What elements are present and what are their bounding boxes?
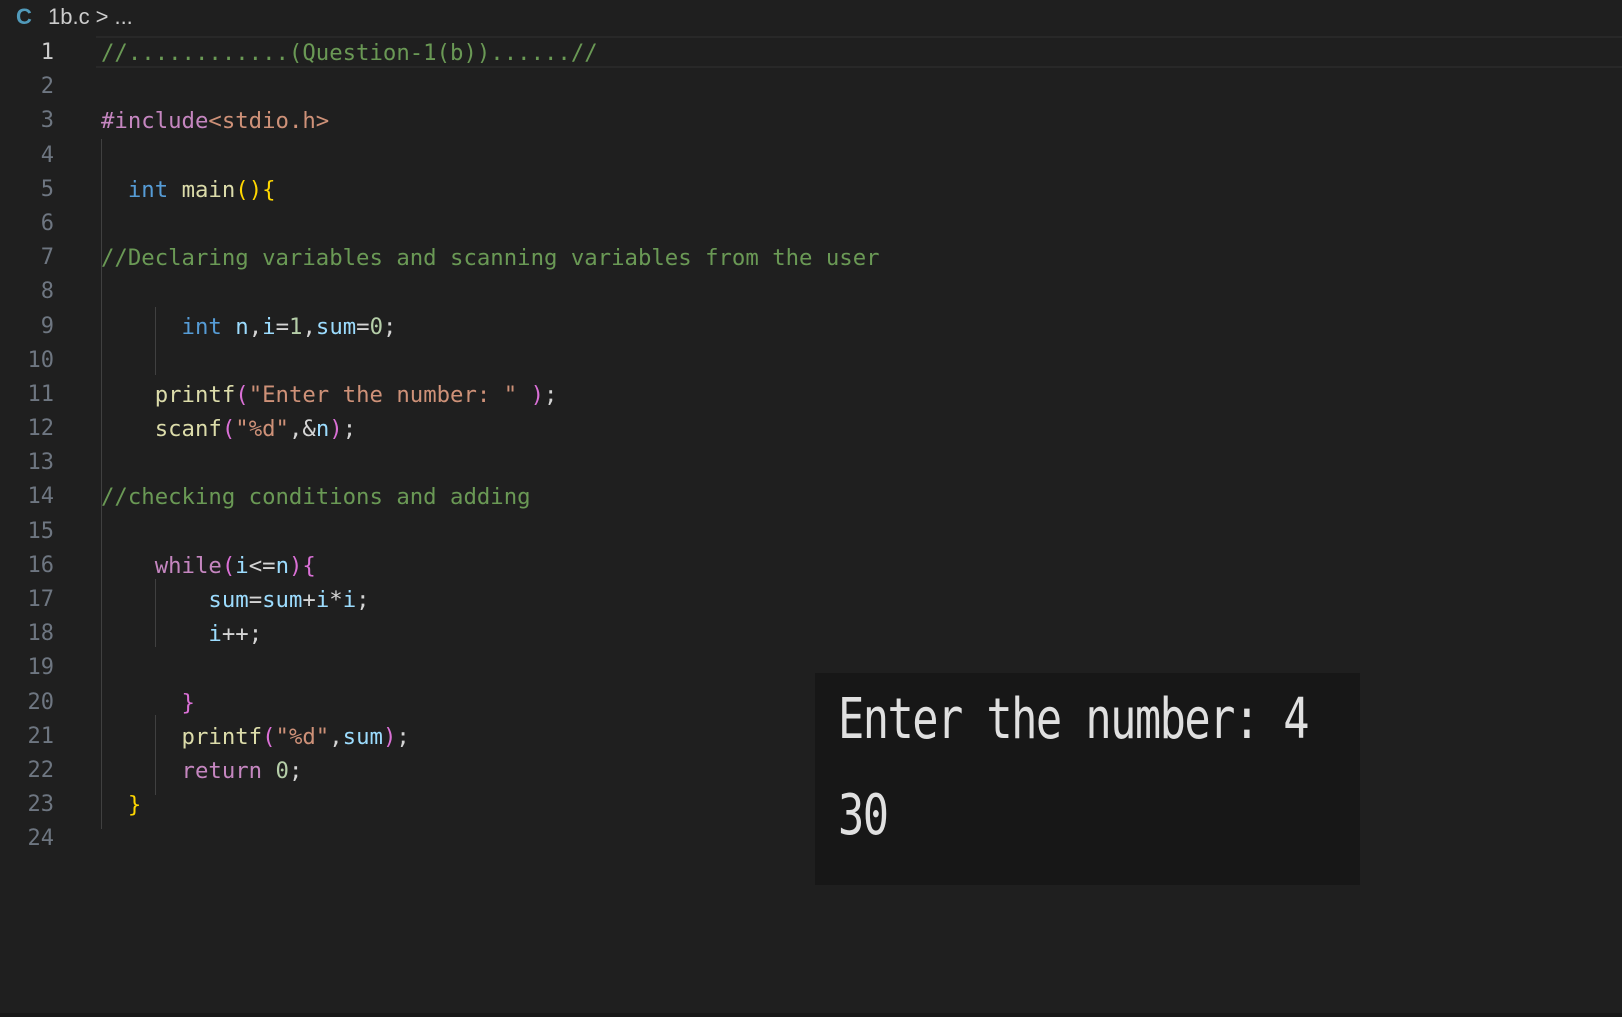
code-line: printf("Enter the number: " ); xyxy=(154,381,558,408)
number-token: 1 xyxy=(289,313,303,340)
line-number: 1 xyxy=(40,40,54,65)
variable-token: i xyxy=(342,587,357,613)
string-token: "Enter the number: " xyxy=(248,381,518,408)
code-line: } xyxy=(181,689,195,716)
line-number: 20 xyxy=(27,689,55,715)
code-line: //Declaring variables and scanning varia… xyxy=(101,241,880,275)
breadcrumb-file[interactable]: 1b.c xyxy=(48,4,90,30)
code-line: int main(){ xyxy=(127,176,276,203)
code-line: printf("%d",sum); xyxy=(181,723,410,750)
variable-token: i xyxy=(235,552,249,579)
variable-token: sum xyxy=(262,587,303,613)
line-number: 17 xyxy=(27,587,55,612)
line-number: 13 xyxy=(27,450,55,476)
line-number: 18 xyxy=(27,621,55,647)
string-token: "%d" xyxy=(235,416,289,443)
line-number: 19 xyxy=(27,655,55,681)
variable-token: i xyxy=(208,621,222,648)
code-editor[interactable]: 1 2 3 4 5 6 7 8 9 10 11 12 13 14 15 16 1… xyxy=(0,36,1622,1016)
variable-token: i xyxy=(315,587,330,613)
code-line: //checking conditions and adding xyxy=(101,480,880,514)
variable-token: sum xyxy=(208,587,249,613)
comment-token: //Declaring variables and scanning varia… xyxy=(101,245,880,272)
console-output-panel: Enter the number: 4 30 xyxy=(815,673,1360,885)
variable-token: sum xyxy=(315,313,357,340)
line-number: 9 xyxy=(40,313,54,339)
code-line: #include<stdio.h> xyxy=(101,104,880,138)
number-token: 0 xyxy=(369,313,384,340)
breadcrumb: C 1b.c > ... xyxy=(0,0,1622,34)
code-line: scanf("%d",&n); xyxy=(154,416,357,443)
line-number: 15 xyxy=(27,518,55,544)
line-number-gutter: 1 2 3 4 5 6 7 8 9 10 11 12 13 14 15 16 1… xyxy=(0,36,72,857)
line-number: 10 xyxy=(27,347,55,373)
function-token: scanf xyxy=(154,416,222,443)
comment-token: //............(Question-1(b))......// xyxy=(101,40,598,66)
line-number: 23 xyxy=(27,792,55,818)
variable-token: sum xyxy=(342,723,383,750)
line-number: 8 xyxy=(40,279,54,305)
chevron-right-icon: > xyxy=(95,4,109,29)
keyword-token: int xyxy=(127,176,169,203)
code-line: return 0; xyxy=(181,757,303,784)
number-token: 0 xyxy=(275,757,289,784)
function-token: printf xyxy=(181,723,263,750)
code-line: } xyxy=(127,792,142,819)
line-number: 4 xyxy=(40,142,54,168)
line-number: 11 xyxy=(27,381,55,407)
variable-token: n xyxy=(275,552,289,579)
code-line: sum=sum+i*i; xyxy=(208,587,370,613)
keyword-token: while xyxy=(154,552,222,579)
line-number: 24 xyxy=(27,826,55,852)
output-line-prompt: Enter the number: 4 xyxy=(838,687,1310,752)
code-line: int n,i=1,sum=0; xyxy=(181,313,397,340)
line-number: 2 xyxy=(40,74,54,100)
output-line-result: 30 xyxy=(838,783,889,848)
line-number: 21 xyxy=(27,723,55,749)
line-number: 14 xyxy=(27,484,55,510)
line-number: 5 xyxy=(40,176,54,202)
line-number: 22 xyxy=(27,757,55,783)
c-file-icon: C xyxy=(16,4,32,29)
breadcrumb-symbols[interactable]: ... xyxy=(114,4,132,30)
variable-token: i xyxy=(262,313,276,340)
function-token: printf xyxy=(154,381,236,408)
function-token: main xyxy=(181,176,236,203)
string-token: "%d" xyxy=(275,723,330,750)
comment-token: //checking conditions and adding xyxy=(101,484,531,511)
line-number: 6 xyxy=(40,210,54,236)
code-line: while(i<=n){ xyxy=(154,552,316,579)
preprocessor-token: #include xyxy=(101,108,209,135)
bottom-edge xyxy=(0,1013,1622,1017)
line-number: 16 xyxy=(27,552,55,578)
line-number: 12 xyxy=(27,416,55,442)
keyword-token: return xyxy=(181,757,263,784)
keyword-token: int xyxy=(181,313,222,340)
line-number: 7 xyxy=(40,245,54,271)
code-line: //............(Question-1(b))......// xyxy=(101,36,880,70)
code-lines[interactable]: //............(Question-1(b))......// #i… xyxy=(101,36,880,857)
include-path-token: <stdio.h> xyxy=(208,108,330,135)
variable-token: n xyxy=(315,416,330,443)
variable-token: n xyxy=(235,313,249,340)
line-number: 3 xyxy=(40,108,54,134)
code-line: i++; xyxy=(208,621,263,648)
